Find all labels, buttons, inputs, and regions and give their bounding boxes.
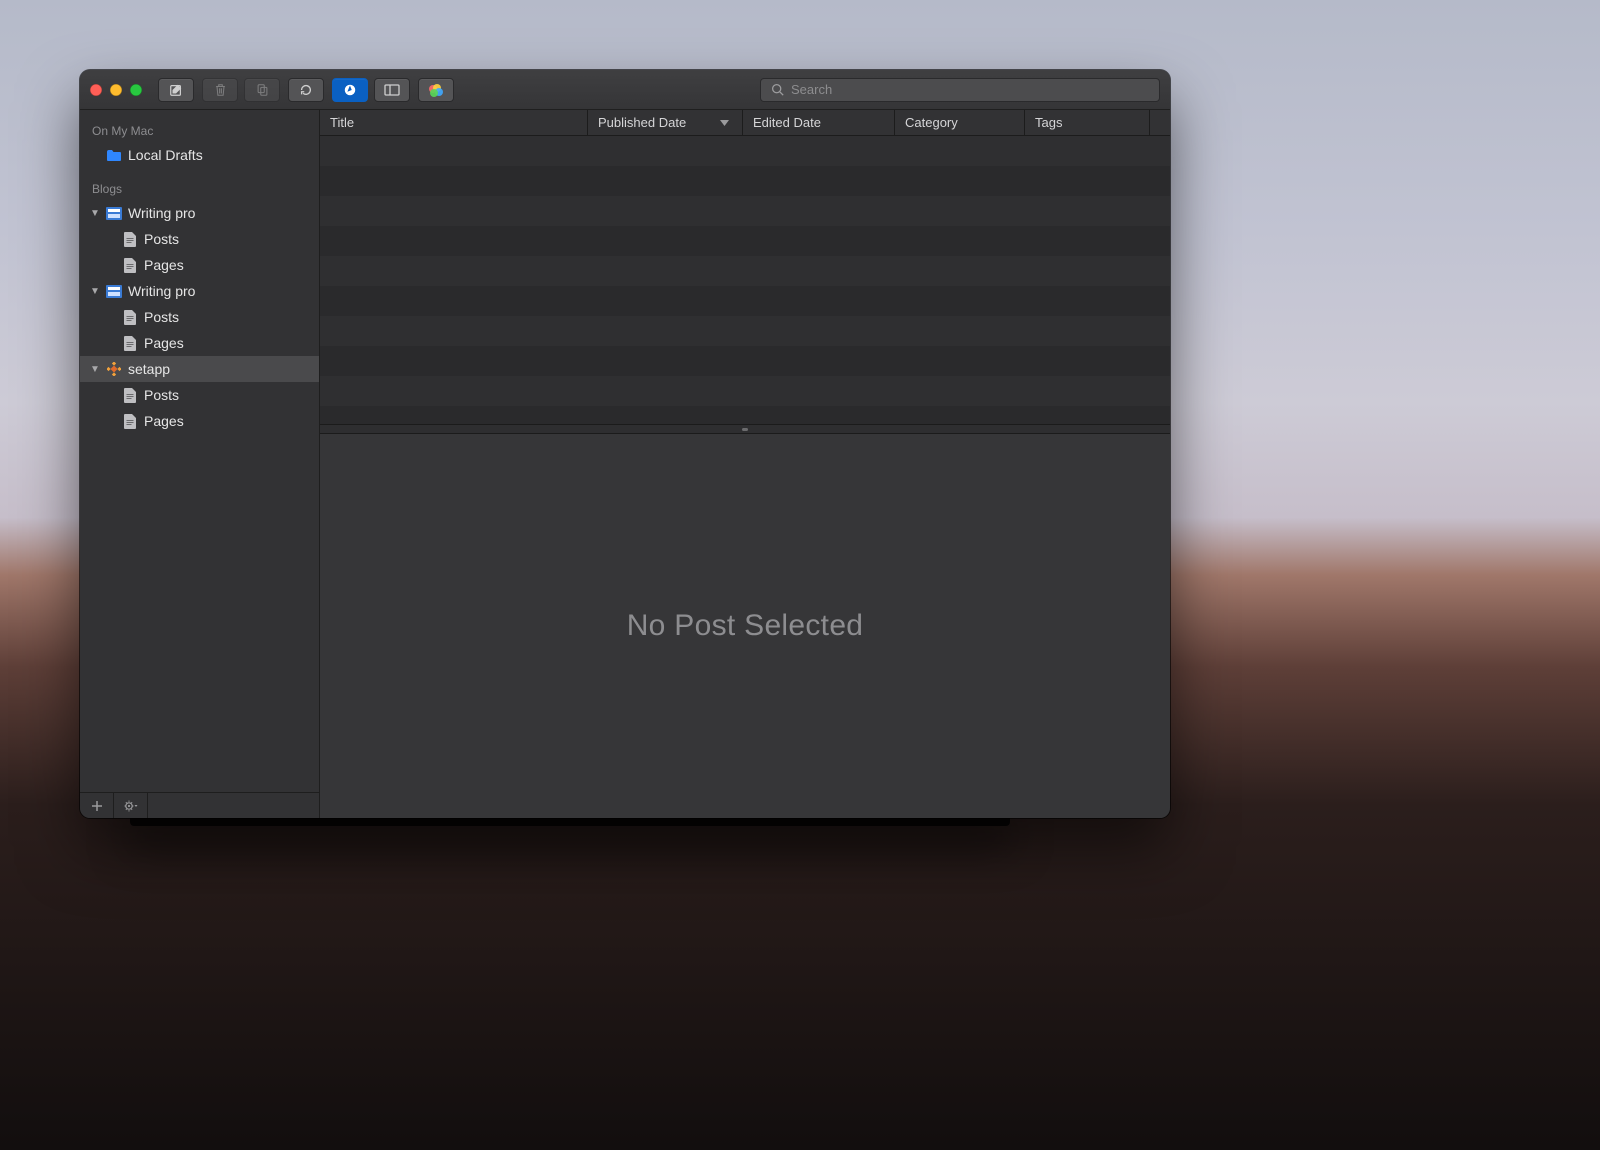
sidebar-item-posts[interactable]: Posts [80,382,319,408]
folder-icon [106,147,122,163]
zoom-window-button[interactable] [130,84,142,96]
disclosure-triangle-icon[interactable]: ▼ [90,364,100,375]
disclosure-triangle-icon[interactable]: ▼ [90,286,100,297]
duplicate-button[interactable] [244,78,280,102]
layout-button[interactable] [374,78,410,102]
column-label: Published Date [598,115,686,130]
sidebar-footer [80,792,319,818]
media-button[interactable] [418,78,454,102]
column-label: Title [330,115,354,130]
toolbar-group-compose [158,78,194,102]
blog-icon [106,205,122,221]
blog-icon [106,283,122,299]
pane-splitter[interactable] [320,424,1170,434]
photos-icon [428,82,444,98]
sidebar-item-posts[interactable]: Posts [80,304,319,330]
refresh-icon [298,82,314,98]
document-icon [122,387,138,403]
sidebar-item-label: Pages [144,257,184,273]
document-icon [122,413,138,429]
column-header-title[interactable]: Title [320,110,588,135]
sidebar-blog-writing-pro[interactable]: ▼ Writing pro [80,278,319,304]
sidebar: On My Mac Local Drafts Blogs ▼ Wri [80,110,320,818]
window-controls [90,84,142,96]
titlebar [80,70,1170,110]
document-icon [122,231,138,247]
plus-icon [89,798,105,814]
column-header-tags[interactable]: Tags [1025,110,1150,135]
document-icon [122,257,138,273]
column-label: Category [905,115,958,130]
post-list[interactable] [320,136,1170,424]
column-label: Edited Date [753,115,821,130]
document-icon [122,335,138,351]
sidebar-item-pages[interactable]: Pages [80,408,319,434]
sidebar-item-pages[interactable]: Pages [80,252,319,278]
column-header-published-date[interactable]: Published Date [588,110,743,135]
preview-button[interactable] [332,78,368,102]
action-menu-button[interactable] [114,793,148,818]
toolbar-group-item-actions [202,78,280,102]
sidebar-item-posts[interactable]: Posts [80,226,319,252]
gear-icon [123,798,139,814]
sidebar-item-label: setapp [128,361,170,377]
detail-placeholder: No Post Selected [627,609,864,643]
documents-icon [254,82,270,98]
disclosure-triangle-icon[interactable]: ▼ [90,208,100,219]
sidebar-blog-setapp[interactable]: ▼ setapp [80,356,319,382]
detail-pane: No Post Selected [320,434,1170,818]
sidebar-layout-icon [384,82,400,98]
search-field[interactable] [760,78,1160,102]
column-label: Tags [1035,115,1062,130]
sidebar-item-label: Pages [144,335,184,351]
delete-button[interactable] [202,78,238,102]
compass-icon [342,82,358,98]
sidebar-item-label: Pages [144,413,184,429]
search-icon [769,82,785,98]
close-window-button[interactable] [90,84,102,96]
sidebar-item-label: Local Drafts [128,147,203,163]
sidebar-item-pages[interactable]: Pages [80,330,319,356]
main-pane: Title Published Date Edited Date Categor… [320,110,1170,818]
document-icon [122,309,138,325]
refresh-button[interactable] [288,78,324,102]
column-header-category[interactable]: Category [895,110,1025,135]
add-button[interactable] [80,793,114,818]
column-header-edited-date[interactable]: Edited Date [743,110,895,135]
sidebar-item-local-drafts[interactable]: Local Drafts [80,142,319,168]
toolbar-group-view [332,78,410,102]
sidebar-item-label: Writing pro [128,205,195,221]
minimize-window-button[interactable] [110,84,122,96]
sidebar-section-header: On My Mac [80,118,319,142]
sidebar-section-header: Blogs [80,176,319,200]
sidebar-item-label: Posts [144,387,179,403]
sidebar-item-label: Writing pro [128,283,195,299]
search-input[interactable] [791,82,1151,97]
compose-icon [168,82,184,98]
compose-button[interactable] [158,78,194,102]
sidebar-item-label: Posts [144,231,179,247]
setapp-icon [106,361,122,377]
table-header: Title Published Date Edited Date Categor… [320,110,1170,136]
sidebar-blog-writing-pro[interactable]: ▼ Writing pro [80,200,319,226]
sort-descending-icon [716,115,732,131]
column-header-spare [1150,110,1170,135]
app-window: On My Mac Local Drafts Blogs ▼ Wri [80,70,1170,818]
splitter-grip-icon [742,428,748,431]
sidebar-item-label: Posts [144,309,179,325]
trash-icon [212,82,228,98]
